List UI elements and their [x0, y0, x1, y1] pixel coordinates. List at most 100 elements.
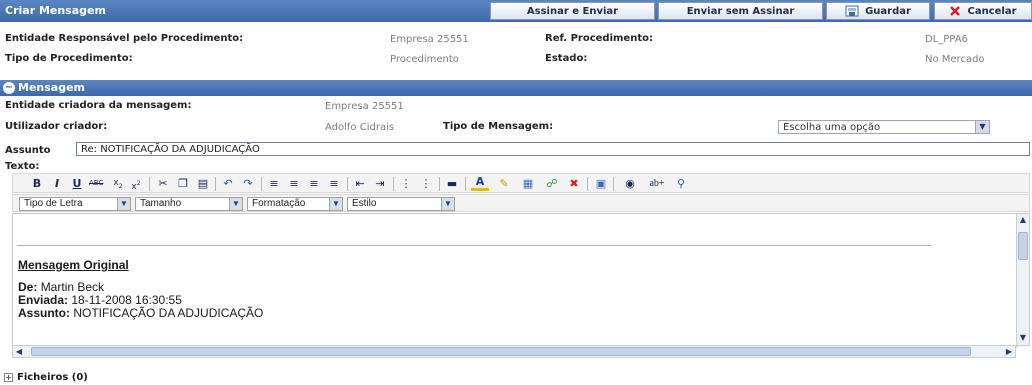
unlink-icon[interactable]: ✖	[565, 176, 583, 191]
bulleted-list-icon[interactable]: ⋮	[399, 176, 413, 191]
style-select[interactable]: Estilo ▼	[347, 197, 455, 211]
window-title: Criar Mensagem	[5, 4, 106, 17]
highlight-icon[interactable]: ✎	[495, 176, 513, 191]
files-label: Ficheiros (0)	[17, 372, 88, 383]
creator-user-label: Utilizador criador:	[5, 121, 108, 132]
font-family-select[interactable]: Tipo de Letra ▼	[19, 197, 131, 211]
state-label: Estado:	[545, 53, 588, 64]
procedure-row-2: Tipo de Procedimento: Procedimento Estad…	[0, 53, 1032, 73]
format-bar: Tipo de Letra ▼ Tamanho ▼ Formatação ▼ E…	[12, 194, 1030, 212]
format-select[interactable]: Formatação ▼	[247, 197, 343, 211]
toolbar-separator	[215, 177, 216, 191]
expand-icon[interactable]: +	[4, 372, 13, 382]
align-right-icon[interactable]: ≡	[307, 176, 321, 191]
link-icon[interactable]: ☍	[543, 176, 561, 191]
message-type-select[interactable]: Escolha uma opção ▼	[778, 120, 990, 134]
save-icon	[845, 5, 859, 17]
toolbar-separator	[587, 177, 588, 191]
toolbar-separator	[347, 177, 348, 191]
procedure-row-1: Entidade Responsável pelo Procedimento: …	[0, 33, 1032, 53]
original-message-headers: De: Martin Beck Enviada: 18-11-2008 16:3…	[18, 281, 263, 320]
subject-input[interactable]: Re: NOTIFICAÇÃO DA ADJUDICAÇÃO	[76, 142, 1030, 156]
horizontal-rule	[17, 245, 931, 246]
files-section[interactable]: + Ficheiros (0)	[4, 372, 88, 383]
save-button[interactable]: Guardar	[826, 2, 930, 20]
entity-label: Entidade Responsável pelo Procedimento:	[5, 33, 244, 44]
save-label: Guardar	[865, 5, 911, 17]
original-subject-label: Assunto:	[18, 306, 70, 320]
indent-icon[interactable]: ⇥	[373, 176, 387, 191]
original-subject-value: NOTIFICAÇÃO DA ADJUDICAÇÃO	[73, 306, 264, 320]
chevron-down-icon[interactable]: ▼	[229, 198, 242, 210]
toolbar-separator	[393, 177, 394, 191]
font-size-select[interactable]: Tamanho ▼	[135, 197, 243, 211]
justify-icon[interactable]: ≡	[327, 176, 341, 191]
editor-vertical-scrollbar[interactable]: ▲ ▼	[1016, 213, 1030, 346]
redo-icon[interactable]: ↷	[241, 176, 255, 191]
editor-horizontal-scrollbar[interactable]: ◀ ▶	[12, 345, 1016, 358]
paste-icon[interactable]: ▤	[195, 176, 211, 191]
toolbar-separator	[613, 177, 614, 191]
underline-icon[interactable]: U	[71, 176, 83, 191]
format-label: Formatação	[252, 198, 306, 209]
subject-input-value: Re: NOTIFICAÇÃO DA ADJUDICAÇÃO	[81, 144, 260, 155]
state-value: No Mercado	[925, 54, 985, 65]
ref-label: Ref. Procedimento:	[545, 33, 653, 44]
collapse-icon[interactable]: −	[3, 82, 15, 94]
chevron-down-icon[interactable]: ▼	[441, 198, 454, 210]
chevron-down-icon[interactable]: ▼	[117, 198, 130, 210]
creator-entity-value: Empresa 25551	[325, 101, 404, 112]
preview-icon[interactable]: ▣	[593, 176, 609, 191]
message-section-header[interactable]: − Mensagem	[0, 80, 1032, 96]
horizontal-rule-icon[interactable]: ▬	[445, 176, 459, 191]
replace-icon[interactable]: ab+	[643, 176, 671, 191]
from-value: Martin Beck	[40, 280, 105, 294]
align-left-icon[interactable]: ≡	[267, 176, 281, 191]
style-label: Estilo	[352, 198, 377, 209]
sent-label: Enviada:	[18, 293, 69, 307]
italic-icon[interactable]: I	[51, 176, 63, 191]
sent-value: 18-11-2008 16:30:55	[71, 293, 182, 307]
outdent-icon[interactable]: ⇤	[353, 176, 367, 191]
entity-value: Empresa 25551	[390, 34, 469, 45]
undo-icon[interactable]: ↶	[221, 176, 235, 191]
sign-and-send-button[interactable]: Assinar e Enviar	[490, 2, 655, 20]
align-center-icon[interactable]: ≡	[287, 176, 301, 191]
table-icon[interactable]: ▦	[519, 176, 537, 191]
creator-user-value: Adolfo Cidrais	[325, 122, 395, 133]
message-type-label: Tipo de Mensagem:	[443, 121, 554, 132]
strikethrough-icon[interactable]: ABC	[89, 176, 103, 191]
message-editor[interactable]: Mensagem Original De: Martin Beck Enviad…	[12, 213, 1018, 347]
superscript-icon[interactable]: x2	[129, 176, 143, 192]
ref-value: DL_PPA6	[925, 34, 968, 45]
sign-and-send-label: Assinar e Enviar	[526, 5, 619, 17]
cut-icon[interactable]: ✂	[155, 176, 171, 191]
scrollbar-thumb[interactable]	[31, 347, 971, 356]
creator-entity-label: Entidade criadora da mensagem:	[5, 100, 192, 111]
scroll-down-icon[interactable]: ▼	[1017, 332, 1029, 344]
creator-entity-row: Entidade criadora da mensagem: Empresa 2…	[0, 99, 1032, 119]
send-unsigned-label: Enviar sem Assinar	[686, 5, 795, 17]
copy-icon[interactable]: ❐	[175, 176, 191, 191]
scroll-left-icon[interactable]: ◀	[13, 346, 25, 357]
find-icon[interactable]: ◉	[621, 176, 639, 191]
bold-icon[interactable]: B	[31, 176, 43, 191]
send-unsigned-button[interactable]: Enviar sem Assinar	[658, 2, 823, 20]
chevron-down-icon[interactable]: ▼	[975, 121, 989, 133]
subscript-icon[interactable]: x2	[111, 176, 125, 191]
toolbar-separator	[149, 177, 150, 191]
font-color-icon[interactable]: A	[471, 176, 489, 191]
procedure-type-label: Tipo de Procedimento:	[5, 53, 133, 64]
chevron-down-icon[interactable]: ▼	[329, 198, 342, 210]
cancel-icon	[950, 6, 961, 16]
numbered-list-icon[interactable]: ⋮	[419, 176, 433, 191]
scroll-right-icon[interactable]: ▶	[1003, 346, 1015, 357]
cancel-button[interactable]: Cancelar	[934, 2, 1032, 20]
title-bar: Criar Mensagem Assinar e Enviar Enviar s…	[0, 0, 1032, 22]
font-size-label: Tamanho	[140, 198, 182, 209]
cancel-label: Cancelar	[967, 5, 1017, 17]
zoom-icon[interactable]: ⚲	[673, 176, 689, 191]
scroll-up-icon[interactable]: ▲	[1017, 214, 1029, 226]
subject-label: Assunto	[5, 145, 51, 156]
scrollbar-thumb[interactable]	[1018, 232, 1028, 260]
